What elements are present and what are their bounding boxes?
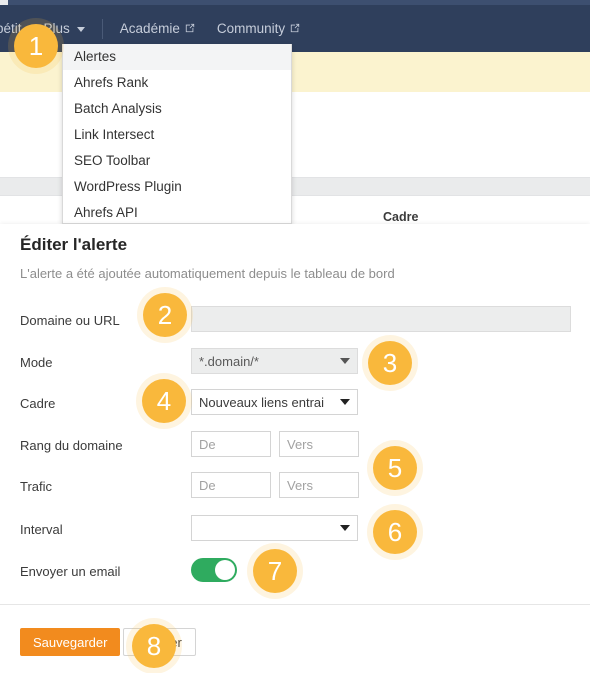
label-rang-du-domaine: Rang du domaine [20,438,123,453]
step-badge-2: 2 [143,293,187,337]
plus-dropdown-menu: Alertes Ahrefs Rank Batch Analysis Link … [62,44,292,224]
dropdown-item-alertes[interactable]: Alertes [63,44,291,70]
dropdown-item-link-intersect[interactable]: Link Intersect [63,122,291,148]
chevron-down-icon [340,525,350,531]
dropdown-item-seo-toolbar[interactable]: SEO Toolbar [63,148,291,174]
chevron-down-icon [76,27,85,32]
label-mode: Mode [20,355,53,370]
step-badge-6: 6 [373,510,417,554]
edit-alert-panel: Éditer l'alerte L'alerte a été ajoutée a… [0,224,590,673]
step-badge-8: 8 [132,624,176,668]
interval-select[interactable] [191,515,358,541]
nav-divider [101,18,103,39]
step-badge-1: 1 [14,24,58,68]
mode-select[interactable]: *.domain/* [191,348,358,374]
label-domaine-ou-url: Domaine ou URL [20,313,120,328]
footer-divider [0,604,590,605]
rang-du-domaine-from-input[interactable] [191,431,271,457]
step-badge-5: 5 [373,446,417,490]
trafic-to-input[interactable] [279,472,359,498]
cadre-select-value: Nouveaux liens entrai [199,394,325,410]
domaine-ou-url-input[interactable] [191,306,571,332]
envoyer-un-email-toggle[interactable] [191,558,237,582]
trafic-from-input[interactable] [191,472,271,498]
dropdown-item-ahrefs-rank[interactable]: Ahrefs Rank [63,70,291,96]
save-button[interactable]: Sauvegarder [20,628,121,656]
chevron-down-icon [340,399,350,405]
table-column-header-cadre: Cadre [383,210,419,224]
dropdown-item-wordpress-plugin[interactable]: WordPress Plugin [63,174,291,200]
step-badge-4: 4 [142,379,186,423]
external-link-icon [290,23,300,33]
external-link-icon [185,23,195,33]
panel-subtitle: L'alerte a été ajoutée automatiquement d… [20,266,395,281]
dropdown-item-batch-analysis[interactable]: Batch Analysis [63,96,291,122]
panel-title: Éditer l'alerte [20,235,128,254]
step-badge-7: 7 [253,549,297,593]
dropdown-item-ahrefs-api[interactable]: Ahrefs API [63,200,291,223]
toggle-knob [215,560,235,580]
label-trafic: Trafic [20,479,53,494]
cadre-select[interactable]: Nouveaux liens entrai [191,389,358,415]
step-badge-3: 3 [368,341,412,385]
label-cadre: Cadre [20,396,56,411]
chevron-down-icon [340,358,350,364]
label-interval: Interval [20,522,63,537]
mode-select-value: *.domain/* [199,353,259,369]
label-envoyer-un-email: Envoyer un email [20,564,121,579]
rang-du-domaine-to-input[interactable] [279,431,359,457]
